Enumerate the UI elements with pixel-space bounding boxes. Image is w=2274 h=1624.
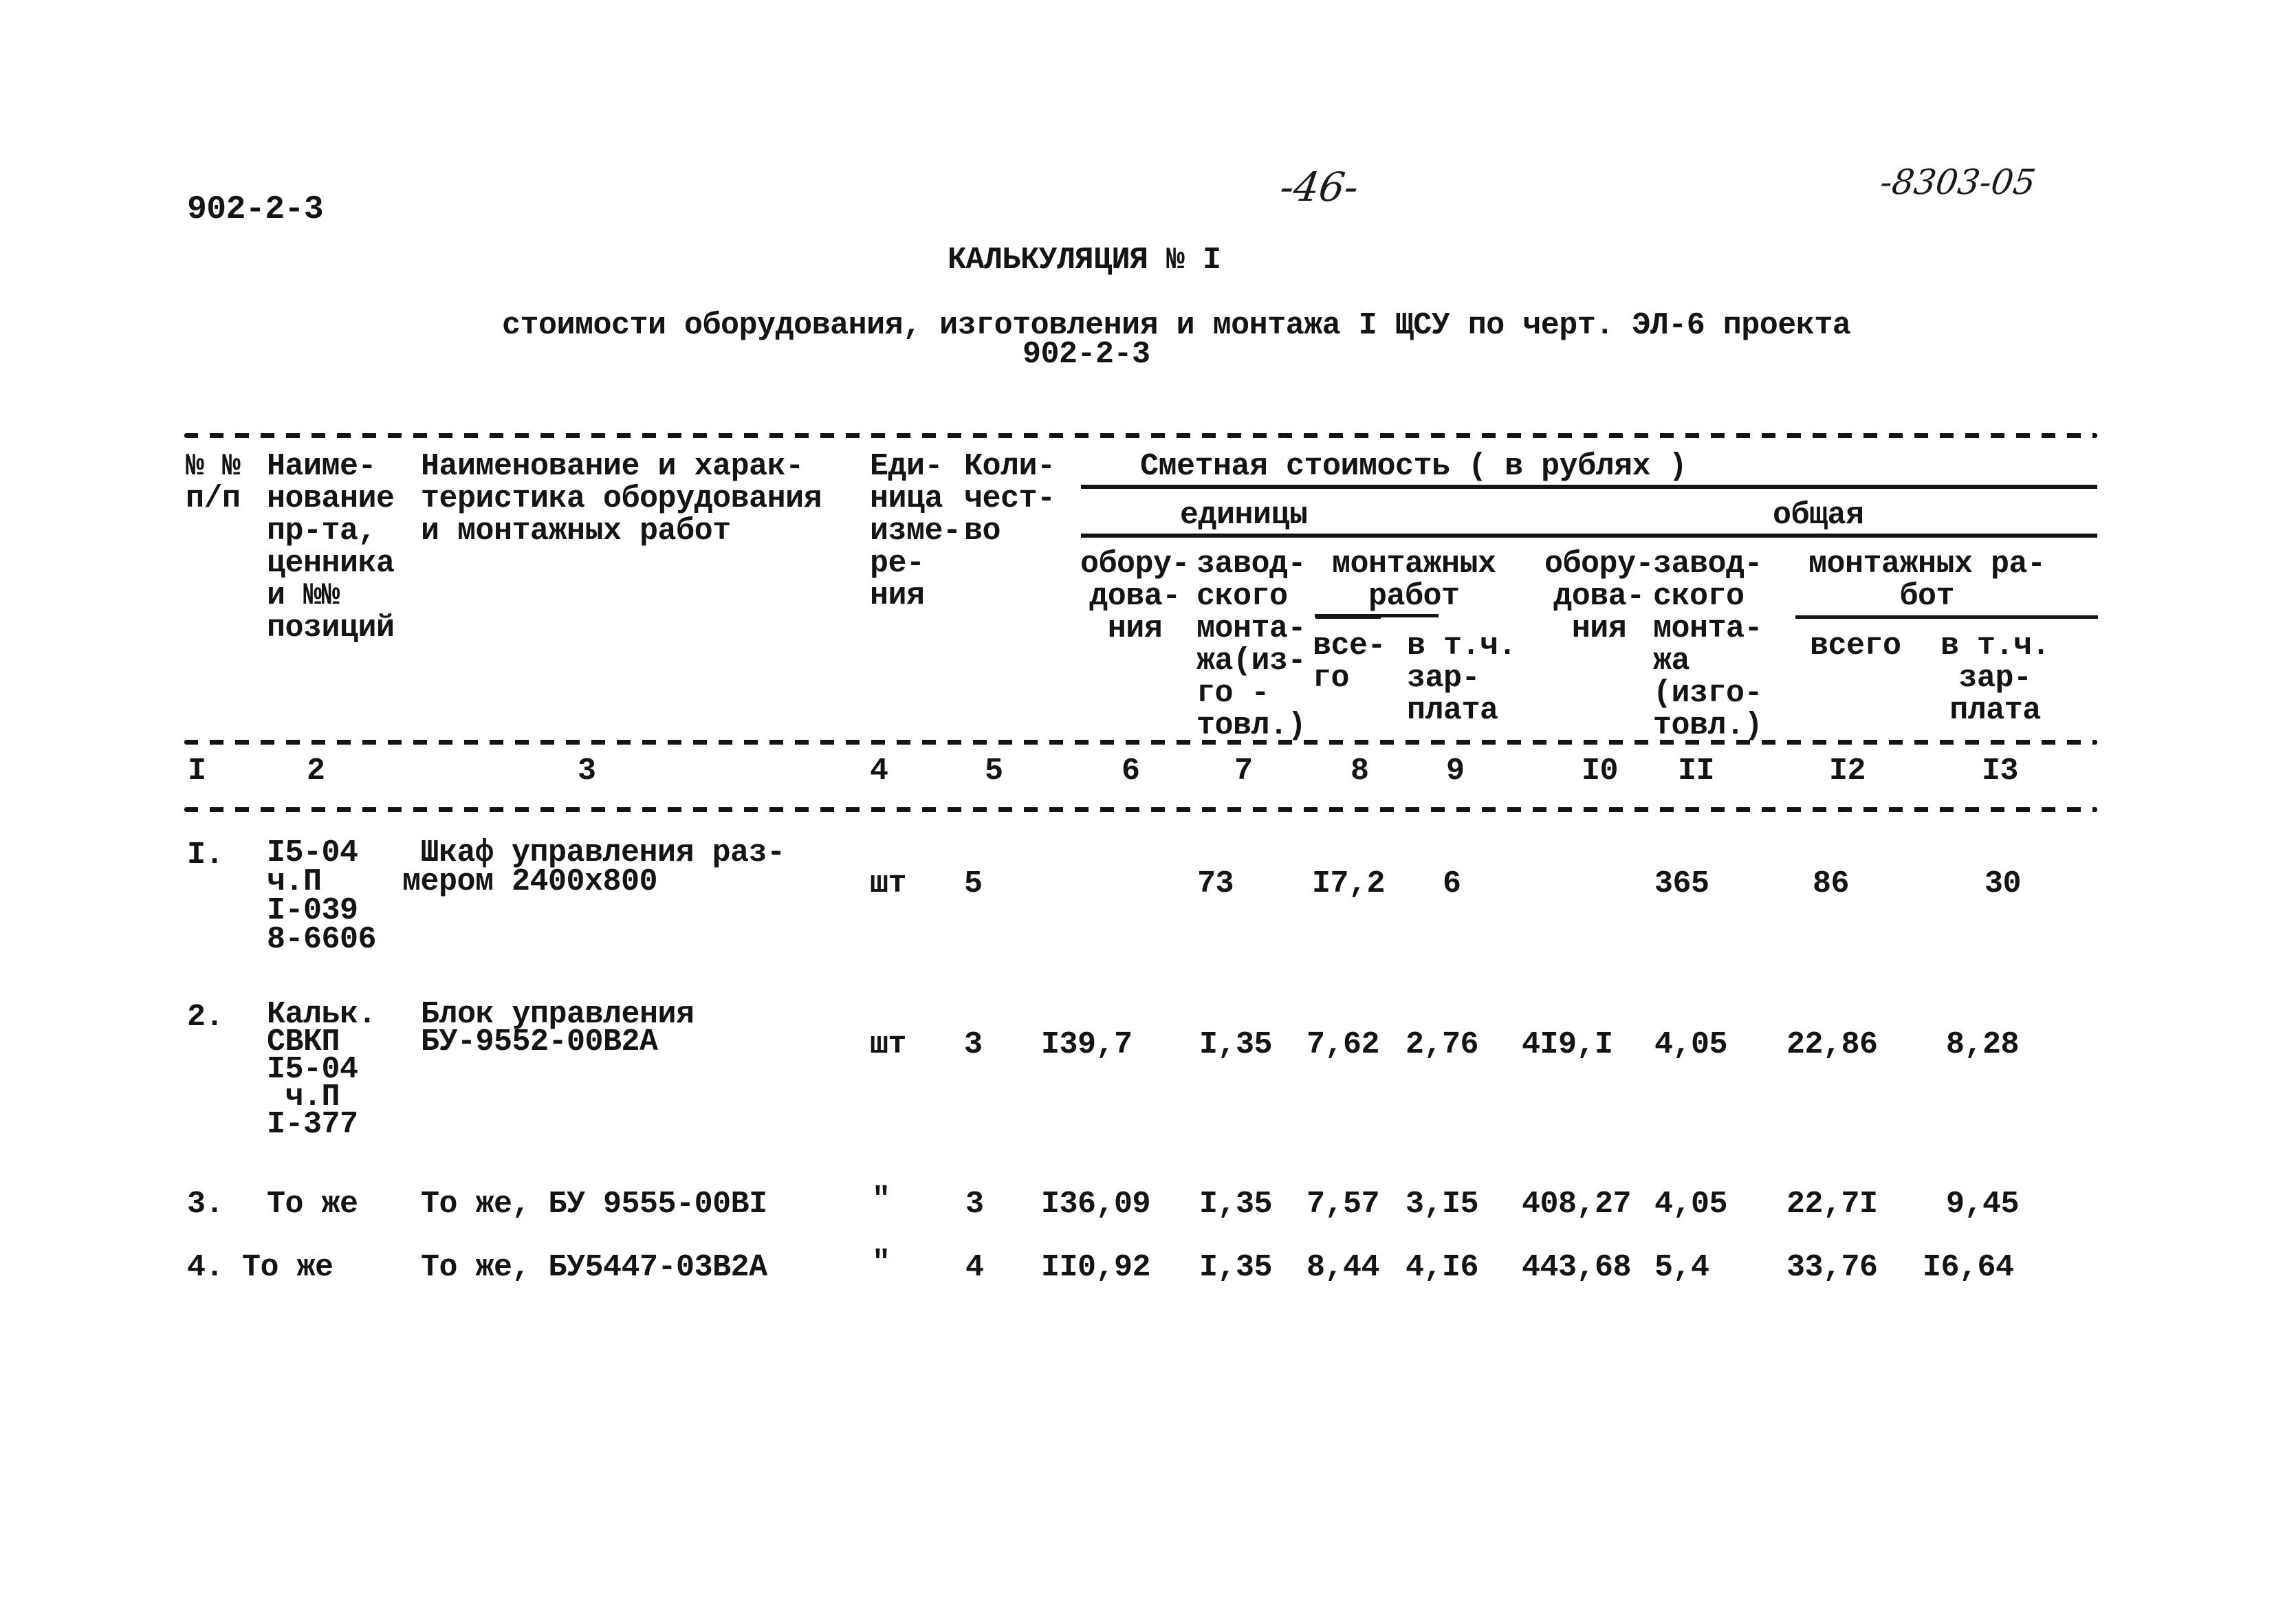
table-top-rule	[184, 433, 2097, 438]
header-group-unit-cost: единицы	[1180, 498, 1308, 533]
calculation-title: КАЛЬКУЛЯЦИЯ № I	[948, 243, 1221, 278]
row-number: I.	[187, 837, 224, 873]
unit-install-rule	[1315, 614, 1439, 617]
row-reference: I5-04 ч.П I-039 8-6606	[267, 835, 377, 957]
row-description: Блок управления БУ-9552-00В2А	[421, 997, 695, 1060]
header-total-installation-works: монтажных ра- бот	[1808, 547, 2046, 614]
row-unit-wages: 6	[1443, 866, 1461, 901]
header-unit-equipment: обору- дова- ния	[1080, 547, 1190, 646]
row-unit-factory-cost: I,35	[1199, 1250, 1273, 1285]
column-number: 8	[1351, 754, 1369, 789]
row-total-install-cost: 22,86	[1786, 1027, 1878, 1062]
column-number: I2	[1829, 754, 1866, 789]
cost-group-rule	[1081, 485, 2097, 489]
header-unit-factory-assembly: завод- ского монта- жа(из- го - товл.)	[1196, 547, 1307, 743]
row-total-factory-cost: 4,05	[1654, 1187, 1728, 1222]
row-unit-factory-cost: 73	[1197, 866, 1234, 901]
row-unit-install-cost: 7,57	[1307, 1187, 1380, 1222]
total-install-rule	[1795, 615, 2098, 619]
header-total-installation-wages: в т.ч. зар- плата	[1940, 628, 2051, 728]
header-group-total-cost: общая	[1773, 498, 1864, 533]
row-unit-install-cost: 7,62	[1307, 1027, 1380, 1062]
row-description: То же, БУ5447-03В2А	[421, 1250, 767, 1285]
column-numbers-rule	[184, 807, 2097, 812]
row-number: 4.	[187, 1250, 224, 1285]
header-unit-installation-total: все- го	[1313, 628, 1386, 696]
row-unit: шт	[870, 1027, 907, 1062]
row-reference: То же	[267, 1187, 358, 1222]
row-total-wages: 8,28	[1946, 1027, 2020, 1062]
header-col-row-number: № № п/п	[186, 449, 241, 516]
row-total-factory-cost: 5,4	[1654, 1250, 1709, 1285]
row-description: То же, БУ 9555-00ВI	[421, 1187, 767, 1222]
row-total-install-cost: 22,7I	[1786, 1187, 1878, 1222]
column-number: 5	[985, 754, 1003, 789]
header-col-reference: Наиме- нование пр-та, ценника и №№ позиц…	[267, 449, 395, 646]
row-unit-wages: 4,I6	[1406, 1250, 1479, 1285]
row-total-wages: 9,45	[1946, 1187, 2020, 1222]
row-quantity: 4	[965, 1250, 984, 1285]
header-bottom-rule	[184, 740, 2097, 745]
column-number: I	[188, 754, 206, 789]
row-total-factory-cost: 365	[1654, 866, 1709, 901]
row-unit: шт	[870, 866, 907, 901]
header-col-unit: Еди- ница изме- ре- ния	[870, 449, 961, 613]
row-total-equipment-cost: 408,27	[1522, 1187, 1632, 1222]
row-total-wages: 30	[1985, 866, 2022, 901]
unit-total-rule	[1081, 534, 2097, 538]
row-quantity: 3	[965, 1187, 984, 1222]
header-total-installation-total: всего	[1810, 628, 1901, 663]
header-col-description: Наименование и харак- теристика оборудов…	[421, 449, 822, 549]
document-code: 902-2-3	[187, 191, 324, 228]
column-number: II	[1678, 754, 1715, 789]
row-quantity: 5	[964, 866, 983, 901]
page-number: -46-	[1277, 164, 1362, 210]
row-number: 3.	[187, 1187, 224, 1222]
row-total-factory-cost: 4,05	[1654, 1027, 1728, 1062]
row-reference: То же	[242, 1250, 334, 1285]
row-total-wages: I6,64	[1923, 1250, 2014, 1285]
row-unit-wages: 2,76	[1406, 1027, 1479, 1062]
row-total-install-cost: 86	[1813, 866, 1850, 901]
header-col-quantity: Коли- чест- во	[964, 449, 1056, 549]
column-number: 3	[578, 754, 596, 789]
row-unit-install-cost: I7,2	[1312, 866, 1386, 901]
row-quantity: 3	[964, 1027, 983, 1062]
row-total-equipment-cost: 4I9,I	[1522, 1027, 1613, 1062]
row-unit-ditto: "	[872, 1183, 890, 1218]
column-number: 6	[1122, 754, 1140, 789]
column-number: 9	[1446, 754, 1465, 789]
header-total-equipment: обору- дова- ния	[1544, 547, 1654, 646]
header-unit-installation-wages: в т.ч. зар- плата	[1407, 628, 1517, 728]
column-number: 7	[1234, 754, 1253, 789]
column-number: 2	[307, 754, 325, 789]
row-description: Шкаф управления раз- мером 2400х800	[402, 835, 785, 899]
row-unit-equipment-cost: I36,09	[1041, 1187, 1151, 1222]
row-unit-wages: 3,I5	[1406, 1187, 1479, 1222]
row-total-install-cost: 33,76	[1786, 1250, 1878, 1285]
row-unit-ditto: "	[872, 1246, 890, 1281]
row-unit-equipment-cost: I39,7	[1041, 1027, 1133, 1062]
row-total-equipment-cost: 443,68	[1522, 1250, 1632, 1285]
row-number: 2.	[187, 1000, 224, 1035]
column-number: 4	[870, 754, 888, 789]
header-total-factory-assembly: завод- ского монта- жа (изго- товл.)	[1653, 547, 1763, 743]
calculation-subtitle-project: 902-2-3	[1023, 337, 1150, 372]
inventory-number: -8303-05	[1877, 162, 2038, 202]
header-group-estimated-cost: Сметная стоимость ( в рублях )	[1140, 449, 1687, 484]
column-number: I3	[1982, 754, 2019, 789]
row-unit-factory-cost: I,35	[1199, 1187, 1273, 1222]
row-unit-factory-cost: I,35	[1199, 1027, 1273, 1062]
header-unit-installation-works: монтажных работ	[1332, 547, 1496, 614]
row-unit-install-cost: 8,44	[1307, 1250, 1380, 1285]
column-number: I0	[1582, 754, 1619, 789]
calculation-subtitle: стоимости оборудования, изготовления и м…	[502, 308, 1851, 343]
row-unit-equipment-cost: II0,92	[1041, 1250, 1151, 1285]
row-reference: Кальк. СВКП I5-04 ч.П I-377	[267, 997, 377, 1142]
